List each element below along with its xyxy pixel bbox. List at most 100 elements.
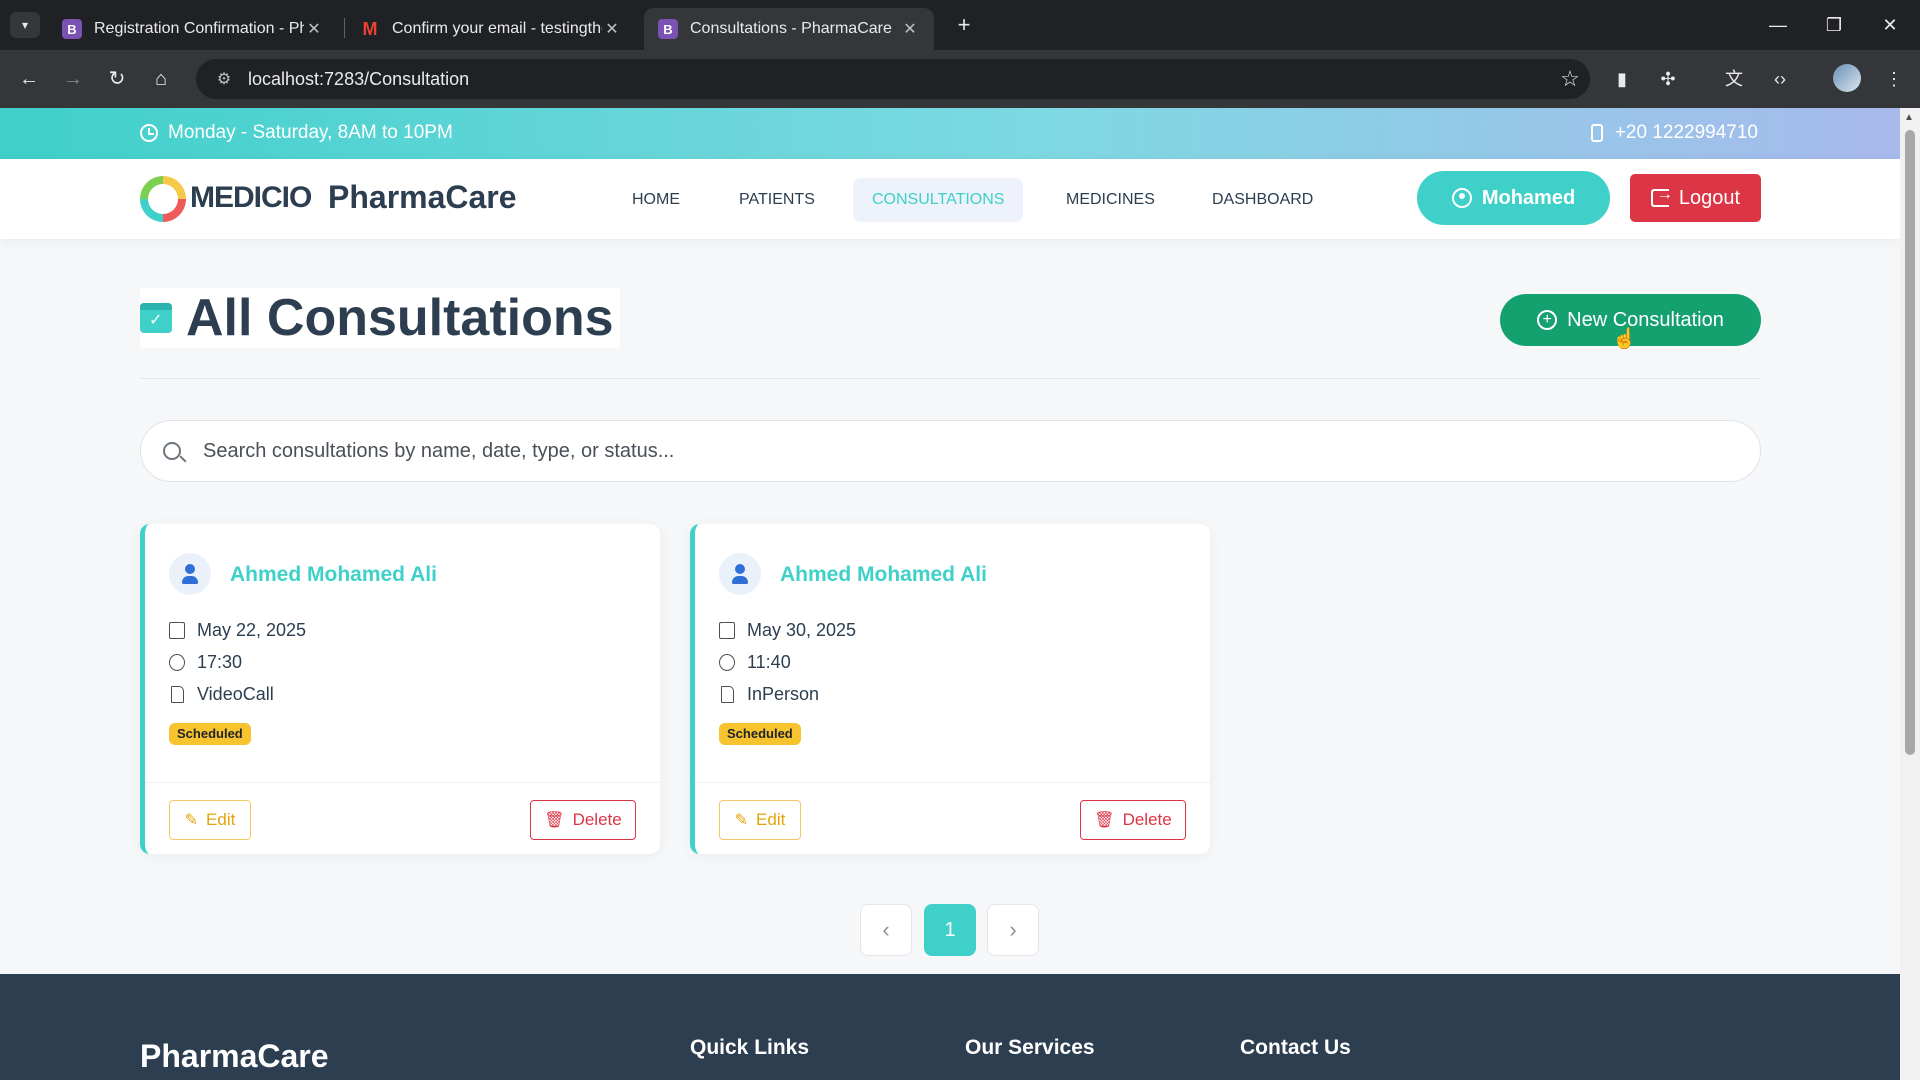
status-badge: Scheduled: [719, 723, 801, 745]
pagination-page-button[interactable]: 1: [924, 904, 976, 956]
url-text[interactable]: localhost:7283/Consultation: [248, 69, 1550, 90]
clock-icon: [140, 124, 158, 142]
page-heading: All Consultations: [140, 288, 620, 348]
opening-hours: Monday - Saturday, 8AM to 10PM: [140, 122, 453, 144]
search-input[interactable]: [203, 439, 1703, 463]
gmail-favicon-icon: M: [362, 18, 378, 39]
address-bar[interactable]: ⚙ localhost:7283/Consultation ☆: [196, 59, 1590, 99]
scroll-up-arrow-icon[interactable]: ▲: [1904, 112, 1914, 123]
delete-label: Delete: [1122, 810, 1172, 829]
browser-tab-active[interactable]: B Consultations - PharmaCare ✕: [644, 8, 934, 50]
site-header: MEDICIO PharmaCare HOME PATIENTS CONSULT…: [0, 159, 1900, 239]
delete-label: Delete: [572, 810, 622, 829]
logout-button[interactable]: Logout: [1630, 174, 1761, 222]
calendar-check-icon: [140, 303, 172, 333]
patient-name[interactable]: Ahmed Mohamed Ali: [780, 563, 987, 587]
browser-tab-strip: ▾ B Registration Confirmation - PharmaCa…: [0, 0, 1920, 50]
translate-icon[interactable]: 文: [1718, 64, 1750, 94]
bookmark-star-icon[interactable]: ☆: [1550, 66, 1590, 92]
nav-medicines[interactable]: MEDICINES: [1047, 178, 1174, 222]
trash-icon: 🗑: [1094, 812, 1115, 829]
medicio-logo-icon[interactable]: [140, 176, 186, 222]
pencil-icon: ✎: [184, 812, 199, 829]
card-footer-divider: [695, 782, 1210, 783]
edit-button[interactable]: ✎ Edit: [719, 800, 801, 840]
new-consultation-label: New Consultation: [1567, 308, 1724, 331]
close-tab-icon[interactable]: ✕: [602, 19, 622, 39]
logout-label: Logout: [1678, 186, 1741, 209]
time-text: 17:30: [197, 652, 243, 672]
search-bar[interactable]: [140, 420, 1761, 482]
nav-patients[interactable]: PATIENTS: [720, 178, 834, 222]
calendar-icon: [169, 622, 185, 639]
bootstrap-favicon-icon: B: [62, 19, 82, 39]
restore-icon[interactable]: ❐: [1806, 10, 1862, 40]
extensions-icon[interactable]: ✣: [1652, 64, 1684, 94]
tab-title: Consultations - PharmaCare: [690, 20, 892, 37]
nav-home[interactable]: HOME: [613, 178, 699, 222]
pagination-next-button[interactable]: ›: [987, 904, 1039, 956]
reading-list-icon[interactable]: ▮: [1606, 64, 1638, 94]
footer-heading-contact: Contact Us: [1240, 1036, 1351, 1059]
plus-circle-icon: +: [1537, 310, 1558, 330]
browser-tab[interactable]: B Registration Confirmation - PharmaCare…: [48, 8, 338, 50]
pencil-icon: ✎: [734, 812, 749, 829]
nav-dashboard[interactable]: DASHBOARD: [1193, 178, 1332, 222]
delete-button[interactable]: 🗑 Delete: [1080, 800, 1186, 840]
consultation-type: VideoCall: [169, 684, 274, 705]
site-info-icon[interactable]: ⚙: [204, 69, 244, 89]
logo-text[interactable]: MEDICIO: [190, 181, 312, 215]
patient-name[interactable]: Ahmed Mohamed Ali: [230, 563, 437, 587]
trash-icon: 🗑: [544, 812, 565, 829]
edit-button[interactable]: ✎ Edit: [169, 800, 251, 840]
consultation-card: Ahmed Mohamed Ali May 22, 2025 17:30 Vid…: [140, 524, 660, 854]
document-icon: [721, 686, 734, 703]
back-icon[interactable]: ←: [14, 64, 44, 94]
profile-avatar[interactable]: [1833, 64, 1861, 92]
devtools-icon[interactable]: ‹›: [1764, 64, 1796, 94]
minimize-icon[interactable]: —: [1750, 10, 1806, 40]
search-icon: [163, 442, 181, 460]
scrollbar-thumb[interactable]: [1905, 130, 1915, 755]
pagination-prev-button[interactable]: ‹: [860, 904, 912, 956]
close-tab-icon[interactable]: ✕: [900, 19, 920, 39]
tab-separator: [344, 18, 345, 38]
home-icon[interactable]: ⌂: [146, 64, 176, 94]
edit-label: Edit: [206, 810, 236, 829]
close-tab-icon[interactable]: ✕: [304, 19, 324, 39]
reload-icon[interactable]: ↻: [102, 64, 132, 94]
close-window-icon[interactable]: ✕: [1862, 10, 1918, 40]
heading-divider: [140, 378, 1761, 379]
forward-icon[interactable]: →: [58, 64, 88, 94]
clock-icon: [169, 654, 185, 671]
menu-kebab-icon[interactable]: ⋮: [1878, 64, 1910, 94]
type-text: VideoCall: [197, 684, 274, 704]
consultation-time: 17:30: [169, 652, 242, 673]
calendar-icon: [719, 622, 735, 639]
patient-avatar-icon: [169, 553, 211, 595]
date-text: May 22, 2025: [197, 620, 307, 640]
patient-avatar-icon: [719, 553, 761, 595]
info-topbar: Monday - Saturday, 8AM to 10PM +20 12229…: [0, 108, 1900, 159]
footer-brand: PharmaCare: [140, 1038, 329, 1074]
nav-consultations[interactable]: CONSULTATIONS: [853, 178, 1024, 222]
browser-tab[interactable]: M Confirm your email - testingthe ✕: [346, 8, 636, 50]
brand-name[interactable]: PharmaCare: [328, 179, 517, 216]
logout-icon: [1650, 186, 1673, 207]
browser-toolbar: ← → ↻ ⌂ ⚙ localhost:7283/Consultation ☆ …: [0, 50, 1920, 108]
hours-text: Monday - Saturday, 8AM to 10PM: [168, 122, 453, 143]
new-tab-icon[interactable]: +: [950, 12, 978, 40]
consultation-type: InPerson: [719, 684, 819, 705]
edit-label: Edit: [756, 810, 786, 829]
footer-heading-services: Our Services: [965, 1036, 1095, 1059]
tab-search-button[interactable]: ▾: [10, 12, 40, 38]
document-icon: [171, 686, 184, 703]
page-title: All Consultations: [186, 289, 614, 347]
phone-text: +20 1222994710: [1614, 122, 1758, 143]
clock-icon: [719, 654, 735, 671]
mouse-pointer-icon: ☝: [1612, 328, 1637, 350]
delete-button[interactable]: 🗑 Delete: [530, 800, 636, 840]
consultation-date: May 22, 2025: [169, 620, 306, 641]
user-profile-button[interactable]: Mohamed: [1417, 171, 1610, 225]
page-scrollbar[interactable]: ▲: [1900, 108, 1920, 1080]
